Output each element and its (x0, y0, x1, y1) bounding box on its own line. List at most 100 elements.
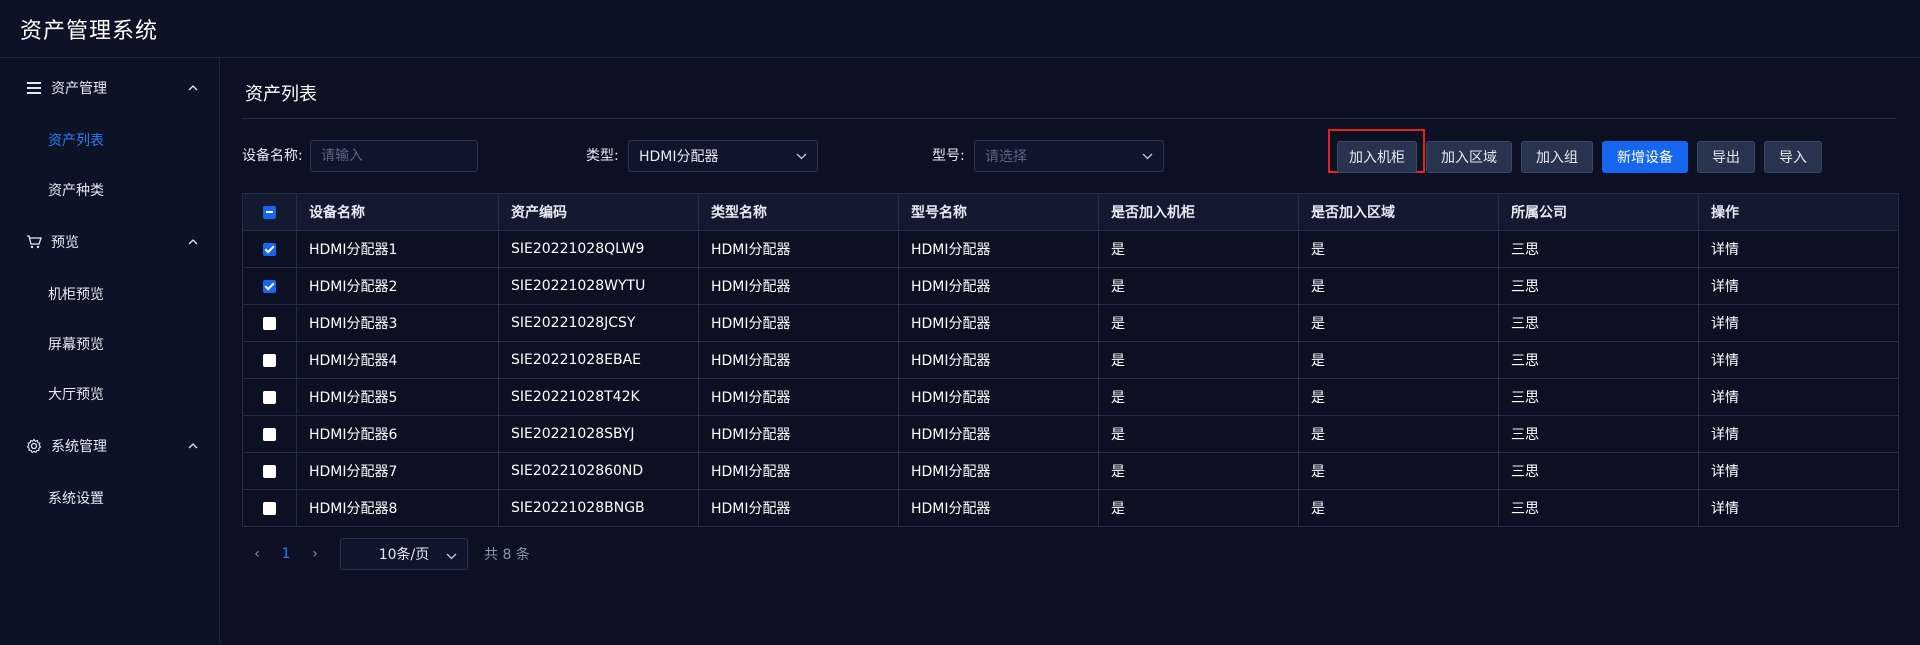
row-checkbox[interactable] (263, 279, 276, 293)
cell-area: 是 (1298, 452, 1499, 490)
row-checkbox[interactable] (263, 501, 276, 515)
device-name-field[interactable] (321, 148, 467, 164)
row-checkbox[interactable] (263, 242, 276, 256)
row-checkbox[interactable] (263, 353, 276, 367)
row-checkbox[interactable] (263, 464, 276, 478)
table-row[interactable]: HDMI分配器5 SIE20221028T42K HDMI分配器 HDMI分配器是是三… (242, 378, 1899, 416)
chevron-up-icon (187, 236, 199, 248)
cell-code: SIE20221028BNGB (498, 489, 699, 527)
sidebar-item-system-settings[interactable]: 系统设置 (0, 473, 219, 523)
gear-icon (25, 437, 43, 455)
import-button[interactable]: 导入 (1764, 141, 1822, 173)
column-header: 是否加入机柜 (1098, 193, 1299, 231)
cell-model: HDMI分配器 (898, 452, 1099, 490)
cell-code: SIE20221028SBYJ (498, 415, 699, 453)
column-header: 是否加入区域 (1298, 193, 1499, 231)
device-name-label: 设备名称: (242, 148, 303, 164)
cell-code: SIE2022102860ND (498, 452, 699, 490)
cell-model: HDMI分配器 (898, 267, 1099, 305)
cell-model: HDMI分配器 (898, 415, 1099, 453)
table-row[interactable]: HDMI分配器3 SIE20221028JCSY HDMI分配器 HDMI分配器是是三… (242, 304, 1899, 342)
table-row[interactable]: HDMI分配器7 SIE2022102860ND HDMI分配器 HDMI分配器是是三… (242, 452, 1899, 490)
column-header: 所属公司 (1498, 193, 1699, 231)
model-select-placeholder: 请选择 (985, 149, 1027, 165)
pagination: ‹ 1 › 10条/页 共 8 条 (242, 538, 530, 570)
row-checkbox-cell (242, 267, 297, 305)
row-checkbox-cell (242, 452, 297, 490)
details-link[interactable]: 详情 (1698, 304, 1899, 342)
sidebar-group-system-management[interactable]: 系统管理 (0, 419, 219, 473)
cell-type: HDMI分配器 (698, 452, 899, 490)
column-header: 设备名称 (296, 193, 499, 231)
sidebar-group-preview[interactable]: 预览 (0, 215, 219, 269)
row-checkbox-cell (242, 378, 297, 416)
page-number[interactable]: 1 (272, 546, 300, 562)
cell-area: 是 (1298, 378, 1499, 416)
page-size-select[interactable]: 10条/页 (340, 538, 468, 570)
details-link[interactable]: 详情 (1698, 415, 1899, 453)
sidebar-item-hall-preview[interactable]: 大厅预览 (0, 369, 219, 419)
table-row[interactable]: HDMI分配器4 SIE20221028EBAE HDMI分配器 HDMI分配器是是三… (242, 341, 1899, 379)
column-header: 型号名称 (898, 193, 1099, 231)
sidebar-item-cabinet-preview[interactable]: 机柜预览 (0, 269, 219, 319)
cell-company: 三思 (1498, 267, 1699, 305)
add-to-group-button[interactable]: 加入组 (1521, 141, 1593, 173)
sidebar-item-screen-preview[interactable]: 屏幕预览 (0, 319, 219, 369)
cell-area: 是 (1298, 304, 1499, 342)
row-checkbox-cell (242, 489, 297, 527)
cell-name: HDMI分配器6 (296, 415, 499, 453)
details-link[interactable]: 详情 (1698, 452, 1899, 490)
cell-name: HDMI分配器2 (296, 267, 499, 305)
page-title: 资产列表 (245, 84, 317, 105)
cell-model: HDMI分配器 (898, 230, 1099, 268)
add-to-area-button[interactable]: 加入区域 (1426, 141, 1512, 173)
type-select[interactable]: HDMI分配器 (628, 140, 818, 172)
cell-cabinet: 是 (1098, 267, 1299, 305)
table-row[interactable]: HDMI分配器8 SIE20221028BNGB HDMI分配器 HDMI分配器是是三… (242, 489, 1899, 527)
new-device-button[interactable]: 新增设备 (1602, 141, 1688, 173)
details-link[interactable]: 详情 (1698, 489, 1899, 527)
cell-type: HDMI分配器 (698, 378, 899, 416)
chevron-down-icon (796, 148, 807, 164)
add-to-cabinet-button[interactable]: 加入机柜 (1337, 141, 1417, 173)
select-all-checkbox[interactable] (263, 205, 276, 219)
row-checkbox[interactable] (263, 390, 276, 404)
details-link[interactable]: 详情 (1698, 341, 1899, 379)
row-checkbox-cell (242, 341, 297, 379)
main-content: 资产列表 设备名称: 类型: HDMI分配器 型号: 请选择 加入机柜 加入区域… (220, 58, 1920, 645)
table-row[interactable]: HDMI分配器2 SIE20221028WYTU HDMI分配器 HDMI分配器是是三… (242, 267, 1899, 305)
table-row[interactable]: HDMI分配器1 SIE20221028QLW9 HDMI分配器 HDMI分配器是是三… (242, 230, 1899, 268)
chevron-down-icon (446, 548, 457, 564)
page-size-value: 10条/页 (378, 547, 430, 563)
cell-code: SIE20221028QLW9 (498, 230, 699, 268)
sidebar-item-asset-types[interactable]: 资产种类 (0, 165, 219, 215)
sidebar-group-asset-management[interactable]: 资产管理 (0, 61, 219, 115)
row-checkbox[interactable] (263, 427, 276, 441)
select-all-cell (242, 193, 297, 231)
cell-model: HDMI分配器 (898, 304, 1099, 342)
cell-cabinet: 是 (1098, 304, 1299, 342)
top-bar: 资产管理系统 (0, 0, 1920, 58)
model-select[interactable]: 请选择 (974, 140, 1164, 172)
cell-area: 是 (1298, 341, 1499, 379)
cell-cabinet: 是 (1098, 452, 1299, 490)
row-checkbox[interactable] (263, 316, 276, 330)
cell-cabinet: 是 (1098, 230, 1299, 268)
cell-model: HDMI分配器 (898, 341, 1099, 379)
cell-type: HDMI分配器 (698, 341, 899, 379)
cell-name: HDMI分配器3 (296, 304, 499, 342)
next-page-button[interactable]: › (300, 546, 330, 562)
prev-page-button[interactable]: ‹ (242, 546, 272, 562)
column-header: 操作 (1698, 193, 1899, 231)
cell-company: 三思 (1498, 489, 1699, 527)
table-row[interactable]: HDMI分配器6 SIE20221028SBYJ HDMI分配器 HDMI分配器是是三… (242, 415, 1899, 453)
details-link[interactable]: 详情 (1698, 378, 1899, 416)
column-header: 资产编码 (498, 193, 699, 231)
export-button[interactable]: 导出 (1697, 141, 1755, 173)
device-name-input[interactable] (310, 140, 478, 172)
cell-code: SIE20221028EBAE (498, 341, 699, 379)
cell-type: HDMI分配器 (698, 415, 899, 453)
details-link[interactable]: 详情 (1698, 267, 1899, 305)
details-link[interactable]: 详情 (1698, 230, 1899, 268)
sidebar-item-asset-list[interactable]: 资产列表 (0, 115, 219, 165)
